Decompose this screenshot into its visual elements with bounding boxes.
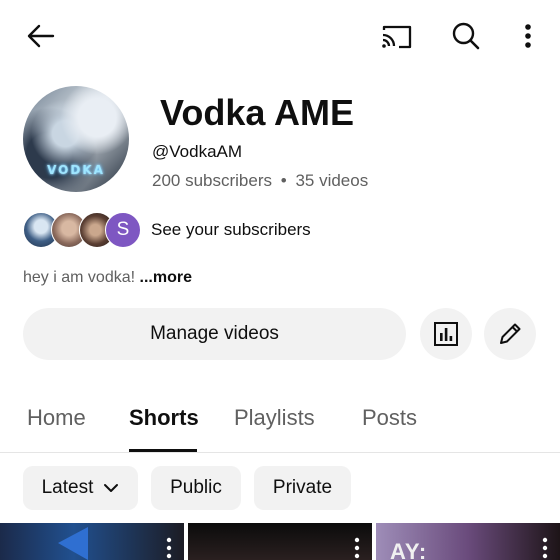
cast-icon: [382, 25, 412, 49]
arrow-left-icon: [27, 24, 55, 48]
thumbnail-caption: AY:: [390, 539, 428, 560]
channel-description[interactable]: hey i am vodka! ...more: [23, 267, 192, 289]
short-thumbnail[interactable]: [0, 523, 184, 560]
see-subscribers-link[interactable]: See your subscribers: [151, 219, 311, 241]
avatar-logo-text: VODKA: [47, 163, 105, 177]
more-vertical-icon[interactable]: [354, 537, 360, 559]
more-vertical-icon[interactable]: [166, 537, 172, 559]
short-thumbnail[interactable]: AY:: [376, 523, 560, 560]
search-button[interactable]: [446, 16, 486, 56]
channel-handle: @VodkaAM: [152, 142, 243, 161]
video-count: 35 videos: [295, 171, 369, 190]
channel-name: Vodka AME: [160, 92, 355, 133]
edit-channel-button[interactable]: [484, 308, 536, 360]
chevron-down-icon: [104, 484, 119, 492]
thumbnail-graphic: [58, 527, 88, 560]
sort-label: Latest: [41, 477, 94, 498]
filter-chip-private[interactable]: Private: [254, 466, 351, 510]
channel-tabs: Home Shorts Playlists Posts: [0, 392, 560, 453]
more-vertical-icon[interactable]: [542, 537, 548, 559]
pencil-icon: [500, 323, 521, 344]
bar-chart-icon: [434, 322, 458, 346]
bio-more-link[interactable]: ...more: [140, 269, 192, 286]
filter-chip-public[interactable]: Public: [151, 466, 241, 510]
active-tab-indicator: [129, 449, 197, 452]
tab-shorts[interactable]: Shorts: [129, 404, 199, 432]
stats-separator: •: [280, 171, 287, 190]
back-button[interactable]: [20, 16, 62, 56]
channel-stats: 200 subscribers • 35 videos: [152, 170, 368, 192]
more-options-button[interactable]: [508, 16, 548, 56]
manage-videos-button[interactable]: Manage videos: [23, 308, 406, 360]
tab-posts[interactable]: Posts: [362, 404, 417, 432]
subscriber-count: 200 subscribers: [152, 171, 273, 190]
subscriber-avatar-initial: S: [105, 212, 141, 248]
subscriber-avatars[interactable]: S: [23, 212, 141, 248]
short-thumbnail[interactable]: [188, 523, 372, 560]
search-icon: [452, 22, 480, 50]
tab-home[interactable]: Home: [27, 404, 86, 432]
cast-button[interactable]: [376, 16, 416, 56]
analytics-button[interactable]: [420, 308, 472, 360]
channel-avatar[interactable]: VODKA: [23, 86, 129, 192]
more-vertical-icon: [525, 24, 531, 48]
top-app-bar: [0, 0, 560, 72]
bio-text: hey i am vodka!: [23, 269, 136, 286]
tab-playlists[interactable]: Playlists: [234, 404, 315, 432]
sort-dropdown[interactable]: Latest: [23, 466, 138, 510]
